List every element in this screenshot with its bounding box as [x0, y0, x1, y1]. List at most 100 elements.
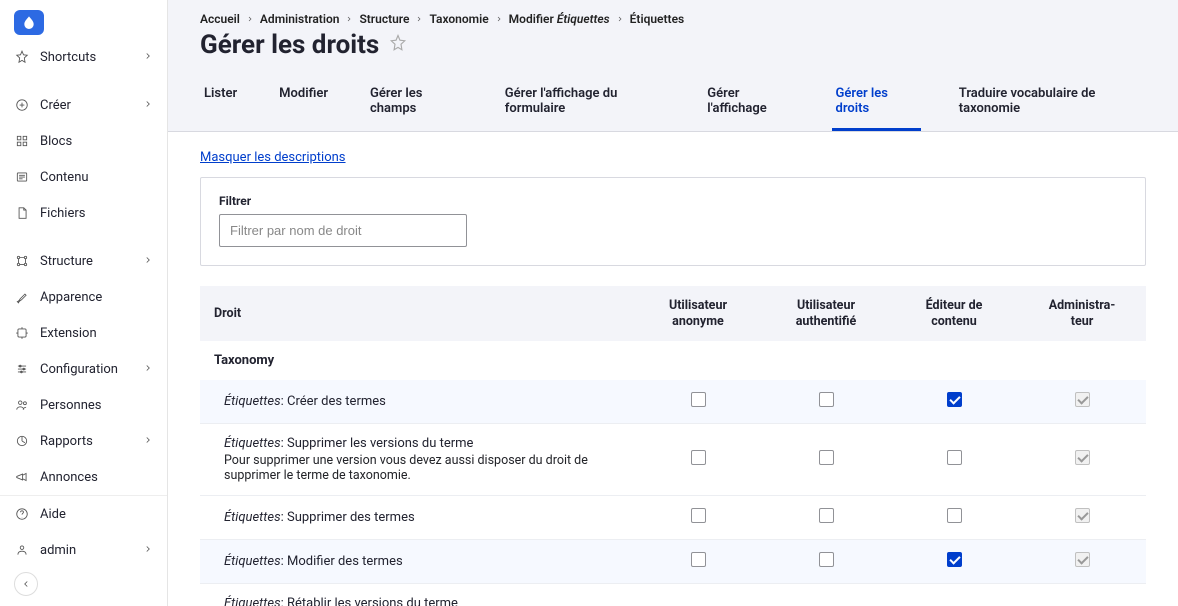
- sidebar-item-label: admin: [40, 543, 143, 558]
- sidebar-item-label: Apparence: [40, 290, 153, 305]
- chevron-right-icon: [495, 12, 503, 26]
- star-icon: [14, 49, 30, 65]
- tab-gerer-champs[interactable]: Gérer les champs: [366, 76, 467, 131]
- collapse-sidebar-button[interactable]: [14, 572, 38, 596]
- tab-traduire[interactable]: Traduire vocabulaire de taxonomie: [955, 76, 1146, 131]
- breadcrumb-link[interactable]: Modifier Étiquettes: [509, 12, 610, 26]
- structure-icon: [14, 253, 30, 269]
- tab-affichage-form[interactable]: Gérer l'affichage du formulaire: [501, 76, 669, 131]
- sidebar-item-fichiers[interactable]: Fichiers: [0, 195, 167, 231]
- blocks-icon: [14, 133, 30, 149]
- checkbox-editor[interactable]: [947, 552, 962, 567]
- permission-label: Étiquettes: Modifier des termes: [224, 554, 624, 569]
- tabs: Lister Modifier Gérer les champs Gérer l…: [200, 76, 1146, 131]
- checkbox-editor[interactable]: [947, 392, 962, 407]
- checkbox-anon[interactable]: [691, 392, 706, 407]
- sliders-icon: [14, 361, 30, 377]
- table-row: Étiquettes: Supprimer les versions du te…: [200, 424, 1146, 496]
- reports-icon: [14, 433, 30, 449]
- sidebar-item-label: Rapports: [40, 434, 143, 449]
- checkbox-auth[interactable]: [819, 508, 834, 523]
- section-row: Taxonomy: [200, 341, 1146, 380]
- user-icon: [14, 542, 30, 558]
- tab-droits[interactable]: Gérer les droits: [832, 76, 921, 131]
- tab-modifier[interactable]: Modifier: [275, 76, 332, 131]
- table-row: Étiquettes: Modifier des termes: [200, 540, 1146, 584]
- sidebar-item-label: Personnes: [40, 398, 153, 413]
- sidebar-item-label: Shortcuts: [40, 50, 143, 65]
- permission-label: Étiquettes: Supprimer des termes: [224, 510, 624, 525]
- sidebar-item-personnes[interactable]: Personnes: [0, 387, 167, 423]
- permission-description: Pour supprimer une version vous devez au…: [224, 453, 624, 483]
- chevron-right-icon: [246, 12, 254, 26]
- col-droit: Droit: [200, 286, 634, 341]
- section-label: Taxonomy: [200, 341, 1146, 380]
- checkbox-editor[interactable]: [947, 508, 962, 523]
- content-icon: [14, 169, 30, 185]
- sidebar-item-annonces[interactable]: Annonces: [0, 459, 167, 495]
- checkbox-anon[interactable]: [691, 450, 706, 465]
- favorite-star-icon[interactable]: [389, 34, 407, 56]
- sidebar-item-aide[interactable]: Aide: [0, 496, 167, 532]
- people-icon: [14, 397, 30, 413]
- chevron-right-icon: [415, 12, 423, 26]
- sidebar-item-label: Contenu: [40, 170, 153, 185]
- permission-label: Étiquettes: Créer des termes: [224, 394, 624, 409]
- sidebar-item-apparence[interactable]: Apparence: [0, 279, 167, 315]
- checkbox-admin: [1075, 552, 1090, 567]
- tab-affichage[interactable]: Gérer l'affichage: [703, 76, 797, 131]
- checkbox-auth[interactable]: [819, 552, 834, 567]
- chevron-right-icon: [143, 362, 153, 377]
- sidebar-item-shortcuts[interactable]: Shortcuts: [0, 39, 167, 75]
- filter-input[interactable]: [219, 214, 467, 247]
- sidebar-item-blocs[interactable]: Blocs: [0, 123, 167, 159]
- col-auth: Utilisateurauthentifié: [762, 286, 890, 341]
- chevron-right-icon: [143, 254, 153, 269]
- logo[interactable]: [14, 10, 44, 35]
- topbar: Accueil Administration Structure Taxonom…: [168, 0, 1178, 132]
- breadcrumb-link[interactable]: Administration: [260, 12, 340, 26]
- checkbox-anon[interactable]: [691, 552, 706, 567]
- checkbox-auth[interactable]: [819, 392, 834, 407]
- chevron-right-icon: [143, 50, 153, 65]
- breadcrumb-current: Étiquettes: [630, 12, 685, 26]
- file-icon: [14, 205, 30, 221]
- tab-lister[interactable]: Lister: [200, 76, 241, 131]
- checkbox-admin: [1075, 450, 1090, 465]
- drupal-drop-icon: [21, 15, 37, 31]
- toggle-descriptions-link[interactable]: Masquer les descriptions: [200, 150, 346, 165]
- checkbox-editor[interactable]: [947, 450, 962, 465]
- megaphone-icon: [14, 469, 30, 485]
- chevron-right-icon: [143, 98, 153, 113]
- sidebar-item-admin[interactable]: admin: [0, 532, 167, 568]
- sidebar-item-rapports[interactable]: Rapports: [0, 423, 167, 459]
- sidebar-item-label: Fichiers: [40, 206, 153, 221]
- sidebar-item-configuration[interactable]: Configuration: [0, 351, 167, 387]
- chevron-right-icon: [345, 12, 353, 26]
- checkbox-admin: [1075, 392, 1090, 407]
- brush-icon: [14, 289, 30, 305]
- chevron-right-icon: [143, 543, 153, 558]
- sidebar-item-label: Annonces: [40, 470, 153, 485]
- extension-icon: [14, 325, 30, 341]
- sidebar-item-extension[interactable]: Extension: [0, 315, 167, 351]
- col-admin: Administra-teur: [1018, 286, 1146, 341]
- sidebar-item-structure[interactable]: Structure: [0, 243, 167, 279]
- help-icon: [14, 506, 30, 522]
- breadcrumb-link[interactable]: Accueil: [200, 12, 240, 26]
- breadcrumb-link[interactable]: Taxonomie: [429, 12, 488, 26]
- content: Masquer les descriptions Filtrer Droit U…: [168, 132, 1178, 606]
- sidebar-item-label: Extension: [40, 326, 153, 341]
- breadcrumb-link[interactable]: Structure: [359, 12, 409, 26]
- sidebar-item-label: Blocs: [40, 134, 153, 149]
- checkbox-anon[interactable]: [691, 508, 706, 523]
- sidebar-item-contenu[interactable]: Contenu: [0, 159, 167, 195]
- permission-label: Étiquettes: Supprimer les versions du te…: [224, 436, 624, 451]
- sidebar: Shortcuts Créer Blocs Contenu Fichiers S…: [0, 0, 168, 606]
- filter-box: Filtrer: [200, 177, 1146, 266]
- sidebar-item-creer[interactable]: Créer: [0, 87, 167, 123]
- sidebar-item-label: Configuration: [40, 362, 143, 377]
- plus-circle-icon: [14, 97, 30, 113]
- checkbox-auth[interactable]: [819, 450, 834, 465]
- chevron-right-icon: [143, 434, 153, 449]
